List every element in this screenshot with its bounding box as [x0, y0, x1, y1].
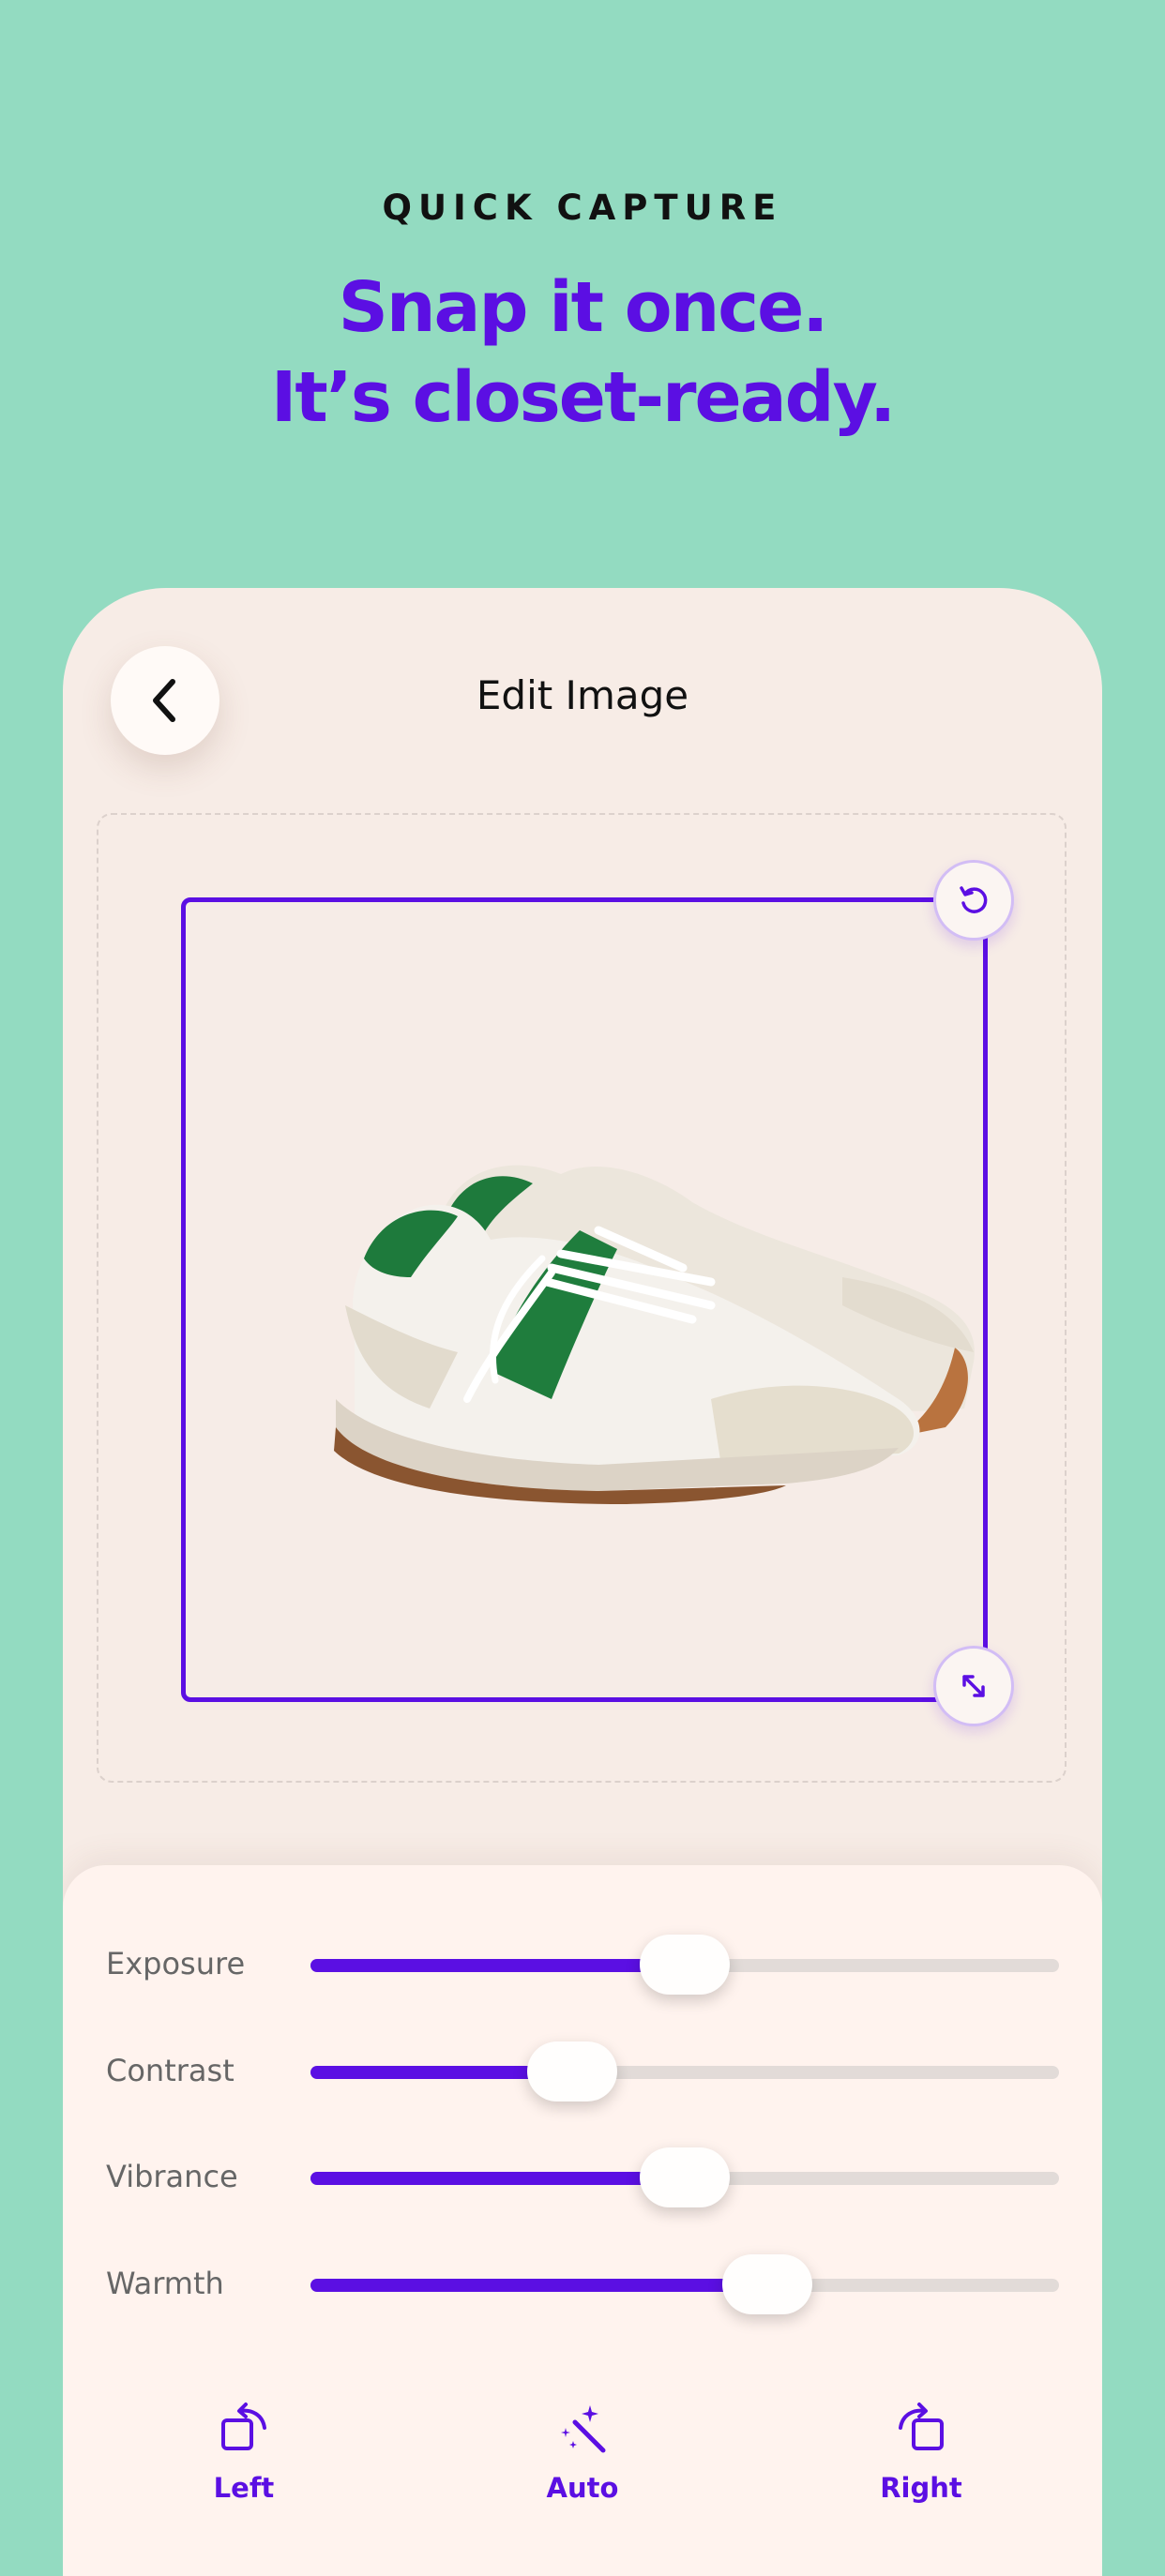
- adjustment-label: Exposure: [106, 1946, 246, 1981]
- adjustment-panel: Exposure Contrast Vibrance Warmth Left Auto: [63, 1865, 1102, 2576]
- adjustment-row-contrast: Contrast: [63, 2034, 1102, 2109]
- crop-frame[interactable]: [181, 897, 988, 1702]
- slider-thumb[interactable]: [640, 2147, 730, 2207]
- exposure-slider[interactable]: [310, 1935, 1059, 1995]
- vibrance-slider[interactable]: [310, 2147, 1059, 2207]
- rotate-right-button[interactable]: Right: [827, 2400, 1015, 2504]
- warmth-slider[interactable]: [310, 2254, 1059, 2314]
- auto-enhance-label: Auto: [546, 2472, 619, 2504]
- rotate-handle[interactable]: [933, 860, 1014, 941]
- slider-thumb[interactable]: [527, 2041, 618, 2101]
- page-title: Edit Image: [476, 672, 689, 718]
- image-canvas: [97, 813, 1067, 1783]
- adjustment-row-warmth: Warmth: [63, 2247, 1102, 2322]
- adjustment-label: Warmth: [106, 2266, 224, 2301]
- rotate-right-label: Right: [880, 2472, 962, 2504]
- rotate-right-icon: [899, 2403, 944, 2450]
- rotate-ccw-icon: [960, 886, 988, 913]
- shoe-image: [334, 1165, 975, 1504]
- adjustment-label: Contrast: [106, 2053, 235, 2088]
- resize-diagonal-icon: [962, 1675, 985, 1697]
- rotate-left-button[interactable]: Left: [150, 2400, 338, 2504]
- headline-line-2: It’s closet-ready.: [270, 357, 896, 438]
- slider-fill: [310, 1959, 685, 1972]
- rotate-left-label: Left: [213, 2472, 275, 2504]
- phone-screen: Edit Image Exposure Contrast Vibrance Wa…: [63, 588, 1102, 2576]
- auto-enhance-button[interactable]: Auto: [489, 2400, 676, 2504]
- adjustment-row-exposure: Exposure: [63, 1927, 1102, 2002]
- contrast-slider[interactable]: [310, 2041, 1059, 2101]
- adjustment-label: Vibrance: [106, 2159, 238, 2194]
- slider-thumb[interactable]: [640, 1935, 730, 1995]
- magic-wand-icon: [561, 2405, 606, 2453]
- adjustment-row-vibrance: Vibrance: [63, 2140, 1102, 2215]
- headline-line-1: Snap it once.: [338, 267, 829, 348]
- slider-thumb[interactable]: [721, 2254, 812, 2314]
- eyebrow-label: QUICK CAPTURE: [382, 188, 783, 228]
- slider-fill: [310, 2172, 685, 2185]
- headline: Snap it once. It’s closet-ready.: [0, 263, 1165, 443]
- resize-handle[interactable]: [933, 1646, 1014, 1726]
- slider-fill: [310, 2279, 767, 2292]
- rotate-left-icon: [221, 2403, 266, 2450]
- tool-bar: Left Auto Right: [63, 2400, 1102, 2522]
